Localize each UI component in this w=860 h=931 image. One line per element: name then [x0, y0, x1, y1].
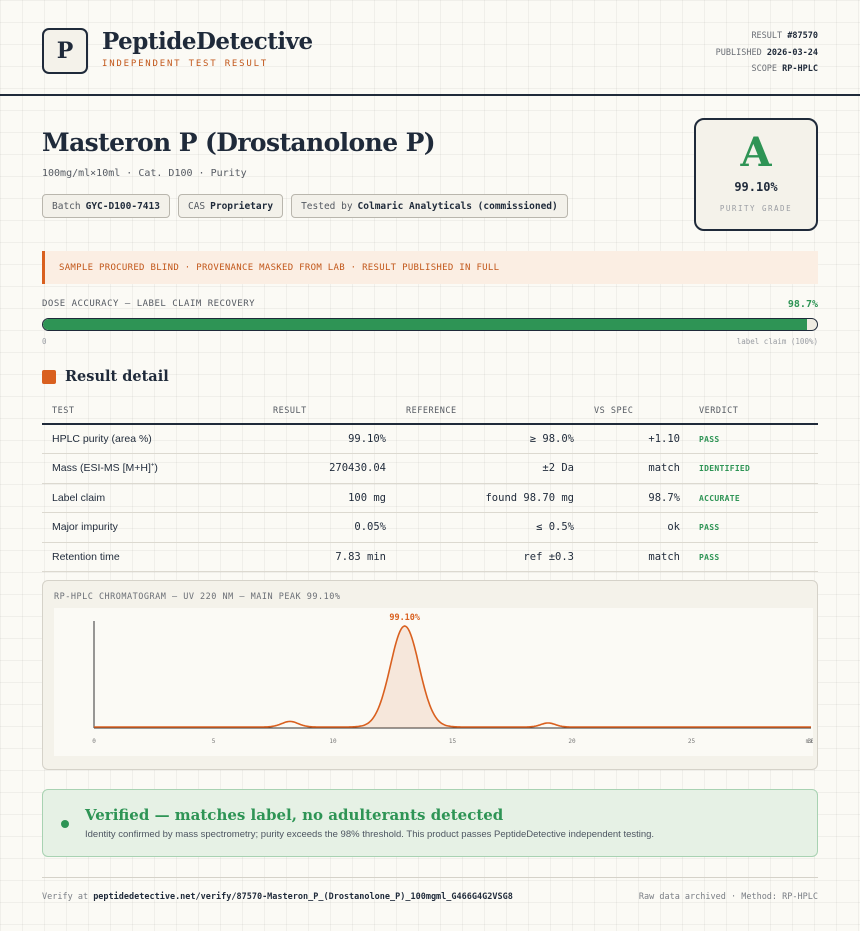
- table-header: TEST RESULT REFERENCE VS SPEC VERDICT: [42, 397, 818, 425]
- cell-vs-spec: +1.10: [648, 433, 680, 445]
- cell-vs-spec: 98.7%: [648, 491, 680, 504]
- meta-scope: SCOPE RP-HPLC: [751, 64, 818, 74]
- cas-tag: CAS Proprietary: [177, 194, 284, 218]
- dose-accuracy-bar: [42, 318, 818, 331]
- batch-tag: Batch GYC-D100-7413: [42, 194, 170, 218]
- product-title: Masteron P (Drostanolone P): [42, 128, 436, 157]
- table-row: Major impurity 0.05% ≤ 0.5% ok PASS: [42, 513, 818, 543]
- chromatogram-title: RP-HPLC CHROMATOGRAM — UV 220 NM — MAIN …: [54, 592, 341, 602]
- cell-reference: ±2 Da: [542, 462, 574, 475]
- result-detail-title: Result detail: [65, 368, 169, 385]
- section-marker: [42, 370, 56, 384]
- col-verdict: VERDICT: [699, 406, 739, 416]
- x-unit-label: min: [806, 738, 813, 745]
- main-peak-label: 99.10%: [389, 613, 421, 623]
- purity-grade-card: A 99.10% PURITY GRADE: [694, 118, 818, 231]
- x-tick-label: 20: [568, 738, 576, 745]
- main-peak-area: [354, 626, 454, 728]
- x-tick-label: 25: [688, 738, 696, 745]
- dose-accuracy-label: DOSE ACCURACY — LABEL CLAIM RECOVERY: [42, 299, 256, 309]
- cell-result: 99.10%: [348, 433, 386, 445]
- brand-subtitle: INDEPENDENT TEST RESULT: [102, 59, 269, 69]
- x-tick-label: 5: [212, 738, 216, 745]
- result-table: TEST RESULT REFERENCE VS SPEC VERDICT HP…: [42, 397, 818, 572]
- cell-reference: ref ±0.3: [523, 550, 574, 563]
- chromatogram-panel: RP-HPLC CHROMATOGRAM — UV 220 NM — MAIN …: [42, 580, 818, 770]
- cell-verdict: IDENTIFIED: [699, 464, 751, 474]
- grade-label: PURITY GRADE: [719, 204, 793, 213]
- x-tick-label: 15: [449, 738, 457, 745]
- col-reference: REFERENCE: [406, 406, 457, 416]
- footer-verify: Verify at peptidedetective.net/verify/87…: [42, 892, 513, 902]
- blind-procurement-notice: SAMPLE PROCURED BLIND · PROVENANCE MASKE…: [42, 251, 818, 284]
- verified-dot-icon: [61, 820, 69, 828]
- grade-letter: A: [740, 129, 772, 176]
- x-tick-label: 0: [92, 738, 96, 745]
- cell-vs-spec: match: [648, 462, 680, 475]
- col-result: RESULT: [273, 406, 307, 416]
- cell-result: 7.83 min: [335, 550, 386, 563]
- cell-test: Label claim: [52, 491, 106, 504]
- table-row: Label claim 100 mg found 98.70 mg 98.7% …: [42, 484, 818, 514]
- chromatogram-svg: 99.10%051015202530min: [92, 613, 817, 745]
- cell-result: 100 mg: [348, 491, 386, 504]
- chromatogram-plot: 99.10%051015202530min: [54, 608, 817, 756]
- col-vs-spec: VS SPEC: [594, 406, 634, 416]
- cell-test: Major impurity: [52, 521, 118, 534]
- dose-max-label: label claim (100%): [736, 337, 818, 346]
- cell-reference: ≤ 0.5%: [536, 521, 574, 534]
- meta-published: PUBLISHED 2026-03-24: [715, 47, 818, 58]
- footer-method: Raw data archived · Method: RP-HPLC: [638, 892, 818, 902]
- cell-reference: ≥ 98.0%: [529, 433, 574, 445]
- meta-result: RESULT #87570: [751, 31, 818, 41]
- product-subtitle: 100mg/ml×10ml · Cat. D100 · Purity: [42, 168, 247, 179]
- report-meta: RESULT #87570 PUBLISHED 2026-03-24 SCOPE…: [716, 28, 818, 78]
- cell-verdict: PASS: [699, 523, 720, 533]
- cell-verdict: PASS: [699, 435, 720, 444]
- brand-logo: P: [42, 28, 88, 74]
- tested-by-tag: Tested by Colmaric Analyticals (commissio…: [291, 194, 568, 218]
- verify-link[interactable]: peptidedetective.net/verify/87570-Master…: [93, 892, 513, 902]
- table-row: HPLC purity (area %) 99.10% ≥ 98.0% +1.1…: [42, 425, 818, 455]
- product-tags: Batch GYC-D100-7413 CAS Proprietary Tested…: [42, 194, 568, 218]
- cell-verdict: ACCURATE: [699, 493, 740, 503]
- cell-vs-spec: match: [648, 550, 680, 563]
- dose-accuracy-fill: [43, 319, 807, 330]
- x-tick-label: 10: [329, 738, 337, 745]
- cell-result: 0.05%: [354, 521, 386, 534]
- cell-vs-spec: ok: [667, 521, 680, 534]
- table-row: Mass (ESI-MS [M+H]+) 270430.04 ±2 Da mat…: [42, 454, 818, 484]
- cell-result: 270430.04: [329, 462, 386, 475]
- footer-divider: [42, 877, 818, 878]
- report-header: P PeptideDetective INDEPENDENT TEST RESU…: [0, 0, 860, 96]
- dose-min-label: 0: [42, 337, 47, 346]
- verified-text: Identity confirmed by mass spectrometry;…: [85, 829, 655, 840]
- grade-value: 99.10%: [734, 180, 778, 194]
- col-test: TEST: [52, 406, 75, 416]
- cell-reference: found 98.70 mg: [485, 491, 574, 504]
- cell-verdict: PASS: [699, 552, 720, 562]
- table-row: Retention time 7.83 min ref ±0.3 match P…: [42, 543, 818, 572]
- cell-test: Retention time: [52, 550, 120, 563]
- dose-accuracy-value: 98.7%: [787, 299, 818, 310]
- cell-test: HPLC purity (area %): [52, 433, 152, 445]
- cell-test: Mass (ESI-MS [M+H]+): [52, 462, 158, 475]
- verified-title: Verified — matches label, no adulterants…: [85, 806, 504, 824]
- brand-name: PeptideDetective: [102, 28, 313, 55]
- verified-banner: Verified — matches label, no adulterants…: [42, 789, 818, 857]
- chromatogram-trace: [94, 625, 811, 728]
